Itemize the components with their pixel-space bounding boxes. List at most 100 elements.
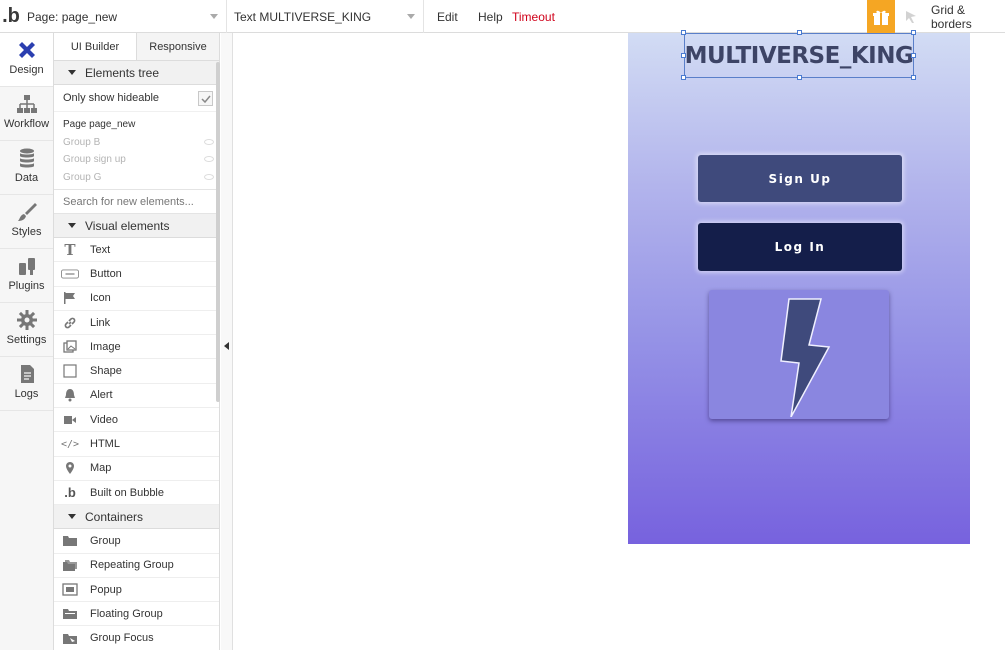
element-palette: UI Builder Responsive Elements tree Only… [54, 33, 220, 650]
timeout-link[interactable]: Timeout [512, 0, 555, 33]
sign-up-button[interactable]: Sign Up [698, 155, 902, 202]
triangle-down-icon [68, 70, 76, 75]
palette-item-label: Popup [90, 583, 122, 596]
palette-item-image[interactable]: Image [54, 335, 219, 360]
lightning-image[interactable] [709, 290, 889, 419]
palette-item-label: Icon [90, 292, 111, 305]
resize-handle[interactable] [681, 53, 686, 58]
palette-item-label: Group Focus [90, 632, 154, 645]
tab-settings[interactable]: Settings [0, 303, 53, 357]
resize-handle[interactable] [911, 53, 916, 58]
focus-folder-icon [61, 631, 79, 645]
edit-menu[interactable]: Edit [437, 0, 458, 33]
gift-button[interactable] [867, 0, 895, 33]
folder-icon [61, 534, 79, 548]
palette-item-label: Image [90, 340, 121, 353]
lightning-bolt-icon [780, 297, 831, 417]
image-icon [61, 340, 79, 354]
page-selector[interactable]: Page: page_new [22, 0, 227, 33]
element-selector[interactable]: Text MULTIVERSE_KING [228, 0, 424, 33]
resize-handle[interactable] [797, 30, 802, 35]
floating-folder-icon [61, 607, 79, 621]
visual-elements-label: Visual elements [85, 218, 170, 233]
element-search-input[interactable]: Search for new elements... [54, 190, 219, 214]
palette-item-html[interactable]: </> HTML [54, 432, 219, 457]
palette-item-label: Built on Bubble [90, 486, 164, 499]
tab-design[interactable]: Design [0, 33, 53, 87]
only-show-hideable-label: Only show hideable [63, 92, 160, 104]
palette-item-popup[interactable]: Popup [54, 578, 219, 603]
palette-scrollbar[interactable] [216, 62, 220, 402]
tab-logs-label: Logs [14, 388, 39, 400]
visual-elements-header[interactable]: Visual elements [54, 214, 219, 238]
arrow-left-icon [224, 342, 229, 350]
eye-icon[interactable] [204, 138, 214, 145]
tree-item-group-b[interactable]: Group B [54, 134, 219, 152]
resize-handle[interactable] [911, 30, 916, 35]
palette-item-repeating-group[interactable]: Repeating Group [54, 554, 219, 578]
resize-handle[interactable] [911, 75, 916, 80]
bubble-icon: .b [64, 485, 76, 501]
palette-subtabs: UI Builder Responsive [54, 33, 219, 61]
palette-collapse-handle[interactable] [221, 33, 233, 650]
tab-settings-label: Settings [6, 334, 47, 346]
palette-item-group-focus[interactable]: Group Focus [54, 626, 219, 650]
eye-icon[interactable] [204, 156, 214, 162]
tree-item-label: Group B [63, 136, 101, 148]
folders-icon [61, 558, 79, 572]
palette-item-icon[interactable]: Icon [54, 287, 219, 311]
resize-handle[interactable] [681, 75, 686, 80]
chevron-down-icon [210, 14, 218, 19]
only-show-hideable-row: Only show hideable [54, 85, 219, 112]
top-bar: .b Page: page_new Text MULTIVERSE_KING E… [0, 0, 1005, 33]
palette-item-link[interactable]: Link [54, 311, 219, 336]
tab-plugins[interactable]: Plugins [0, 249, 53, 303]
elements-tree-header[interactable]: Elements tree [54, 61, 219, 85]
tab-workflow[interactable]: Workflow [0, 87, 53, 141]
tab-plugins-label: Plugins [8, 280, 45, 292]
palette-item-group[interactable]: Group [54, 529, 219, 554]
text-icon: T [64, 240, 76, 259]
grid-borders-toggle[interactable]: Grid & borders [931, 0, 1005, 33]
palette-item-label: Video [90, 413, 118, 426]
palette-item-map[interactable]: Map [54, 457, 219, 481]
eye-icon[interactable] [204, 173, 214, 180]
bubble-logo[interactable]: .b [0, 0, 22, 33]
tab-styles[interactable]: Styles [0, 195, 53, 249]
page-canvas[interactable] [628, 33, 970, 544]
gear-icon [16, 309, 38, 331]
triangle-down-icon [68, 223, 76, 228]
palette-item-text[interactable]: T Text [54, 238, 219, 263]
tab-logs[interactable]: Logs [0, 357, 53, 411]
tree-item-label: Page page_new [63, 119, 136, 131]
palette-item-shape[interactable]: Shape [54, 359, 219, 384]
link-icon [61, 316, 79, 330]
palette-item-built-on-bubble[interactable]: .b Built on Bubble [54, 481, 219, 506]
palette-item-floating-group[interactable]: Floating Group [54, 602, 219, 627]
log-in-button[interactable]: Log In [698, 223, 902, 271]
tree-item-group-sign-up[interactable]: Group sign up [54, 151, 219, 169]
palette-item-label: HTML [90, 438, 120, 451]
tree-item-page[interactable]: Page page_new [54, 116, 219, 134]
tree-item-group-g[interactable]: Group G [54, 169, 219, 187]
tree-item-label: Group sign up [63, 154, 126, 166]
containers-header[interactable]: Containers [54, 505, 219, 530]
palette-item-video[interactable]: Video [54, 408, 219, 433]
gift-icon [873, 10, 889, 25]
palette-item-label: Repeating Group [90, 559, 174, 572]
workflow-icon [16, 93, 38, 115]
tab-data[interactable]: Data [0, 141, 53, 195]
code-icon: </> [60, 438, 80, 450]
palette-item-alert[interactable]: Alert [54, 384, 219, 409]
button-icon [61, 267, 79, 281]
tab-ui-builder[interactable]: UI Builder [54, 33, 136, 60]
selection-cursor-button[interactable] [899, 0, 923, 33]
tab-responsive[interactable]: Responsive [136, 33, 219, 60]
title-text-element[interactable]: MULTIVERSE_KING [684, 33, 914, 78]
help-menu[interactable]: Help [478, 0, 503, 33]
tab-workflow-label: Workflow [3, 118, 50, 130]
only-show-hideable-checkbox[interactable] [198, 91, 213, 106]
resize-handle[interactable] [681, 30, 686, 35]
resize-handle[interactable] [797, 75, 802, 80]
palette-item-button[interactable]: Button [54, 262, 219, 287]
